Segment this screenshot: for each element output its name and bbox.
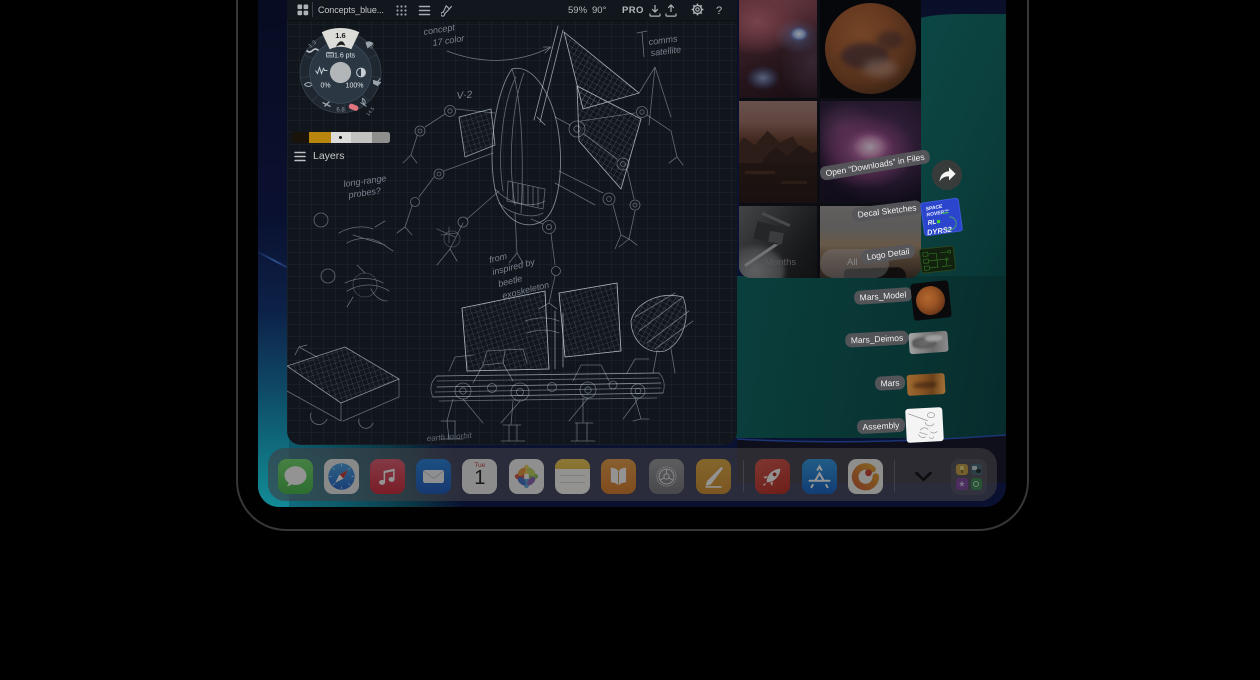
svg-text:1.6 pts: 1.6 pts bbox=[334, 53, 356, 60]
svg-text:0%: 0% bbox=[320, 83, 330, 90]
svg-text:6.8: 6.8 bbox=[336, 108, 345, 114]
svg-text:1.6: 1.6 bbox=[335, 31, 345, 40]
svg-text:■: ■ bbox=[936, 218, 941, 225]
svg-text:14.5: 14.5 bbox=[365, 106, 376, 118]
svg-text:100%: 100% bbox=[346, 83, 364, 90]
